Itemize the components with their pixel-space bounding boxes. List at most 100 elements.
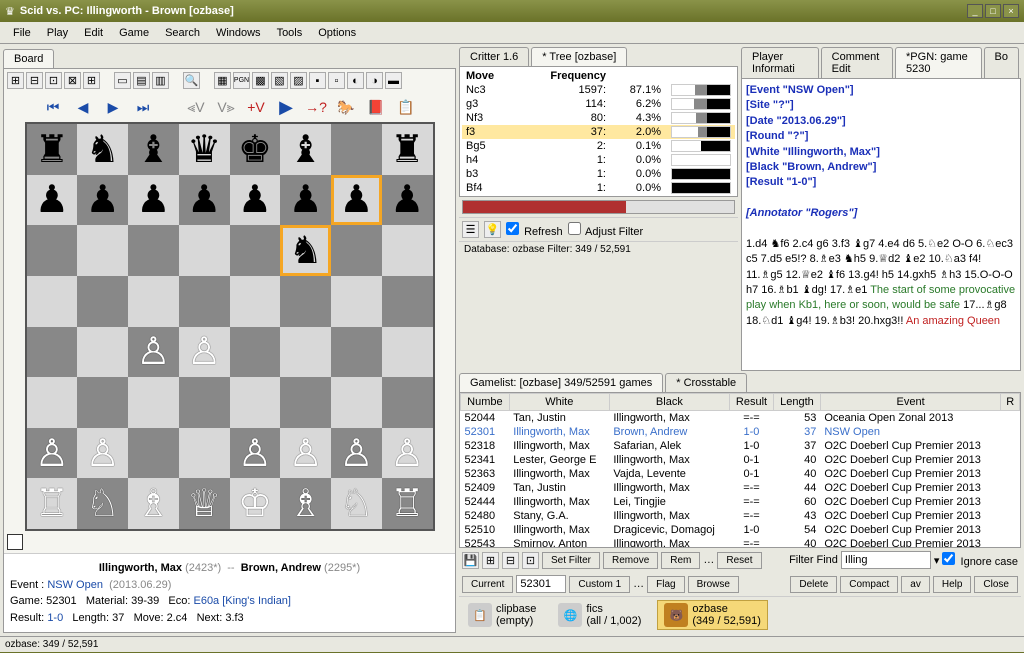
tool-icon[interactable]: ◑ [366,72,383,89]
tool-icon[interactable]: ▭ [114,72,131,89]
table-row[interactable]: 52510Illingworth, MaxDragicevic, Domagoj… [461,523,1020,537]
column-header[interactable]: Result [729,394,773,411]
table-row[interactable]: 52318Illingworth, MaxSafarian, Alek1-037… [461,439,1020,453]
tool-icon[interactable]: ⊠ [64,72,81,89]
save-icon[interactable]: 💾 [462,552,479,569]
table-row[interactable]: 52543Smirnov, AntonIllingworth, Max=-=40… [461,537,1020,548]
list-icon[interactable]: ⊡ [522,552,539,569]
current-button[interactable]: Current [462,576,513,593]
nav-fwd[interactable]: ▶ [102,97,124,117]
tree-row[interactable]: b31:0.0% [462,167,735,181]
refresh-checkbox[interactable]: Refresh [506,222,563,238]
menu-windows[interactable]: Windows [208,25,269,41]
table-row[interactable]: 52444Illingworth, MaxLei, Tingjie=-=60O2… [461,495,1020,509]
nav-start[interactable]: ⏮ [42,97,64,117]
column-header[interactable]: R [1001,394,1020,411]
tool-icon[interactable]: ⊞ [7,72,24,89]
tab-pgn[interactable]: *PGN: game 5230 [895,47,982,78]
tree-row[interactable]: g3114:6.2% [462,97,735,111]
setfilter-button[interactable]: Set Filter [542,552,600,569]
tab-crosstable[interactable]: * Crosstable [665,373,747,392]
tree-row[interactable]: h41:0.0% [462,153,735,167]
tree-row[interactable]: Nf380:4.3% [462,111,735,125]
chessboard[interactable]: ♜♞♝♛♚♝♜♟♟♟♟♟♟♟♟♞♙♙♙♙♙♙♙♙♖♘♗♕♔♗♘♖ [25,122,435,531]
table-row[interactable]: 52301Illingworth, MaxBrown, Andrew1-037N… [461,425,1020,439]
nav-end[interactable]: ⏭ [132,97,154,117]
table-row[interactable]: 52363Illingworth, MaxVajda, Levente0-140… [461,467,1020,481]
menu-search[interactable]: Search [157,25,208,41]
ozbase-item[interactable]: 🐻 ozbase(349 / 52,591) [657,600,768,630]
dropdown-icon[interactable]: ▾ [934,554,940,567]
list-icon[interactable]: ⊞ [482,552,499,569]
tree-row[interactable]: Bg52:0.1% [462,139,735,153]
tree-list-icon[interactable]: ☰ [462,221,479,238]
nav-copy[interactable]: 📋 [395,97,417,117]
menu-options[interactable]: Options [310,25,364,41]
menu-file[interactable]: File [5,25,39,41]
event-link[interactable]: NSW Open [47,579,103,591]
tree-row[interactable]: Nc31597:87.1% [462,83,735,97]
tab-gamelist[interactable]: Gamelist: [ozbase] 349/52591 games [459,373,663,392]
tool-icon[interactable]: ▫ [328,72,345,89]
pgn-panel[interactable]: [Event "NSW Open"][Site "?"][Date "2013.… [741,78,1021,371]
game-num-input[interactable] [516,575,566,593]
tool-icon[interactable]: ◐ [347,72,364,89]
column-header[interactable]: Event [820,394,1001,411]
tree-row[interactable]: f337:2.0% [462,125,735,139]
column-header[interactable]: White [509,394,609,411]
table-row[interactable]: 52480Stany, G.A.Illingworth, Max=-=43O2C… [461,509,1020,523]
ignorecase-checkbox[interactable]: Ignore case [942,552,1018,568]
tab-comment[interactable]: Comment Edit [821,47,893,78]
reset-button[interactable]: Reset [717,552,761,569]
tool-icon[interactable]: ⊟ [26,72,43,89]
nav-addvar[interactable]: +V [245,97,267,117]
column-header[interactable]: Length [774,394,821,411]
menu-tools[interactable]: Tools [269,25,311,41]
nav-engine[interactable]: 🐎 [335,97,357,117]
nav-varback[interactable]: ⪡V [185,97,207,117]
tool-icon[interactable]: ▪ [309,72,326,89]
menu-game[interactable]: Game [111,25,157,41]
tool-icon[interactable]: ⊞ [83,72,100,89]
nav-varfwd[interactable]: V⪢ [215,97,237,117]
table-row[interactable]: 52044Tan, JustinIllingworth, Max=-=53Oce… [461,411,1020,426]
column-header[interactable]: Numbe [461,394,510,411]
nav-back[interactable]: ◀ [72,97,94,117]
board-tab[interactable]: Board [3,49,54,68]
maximize-button[interactable]: □ [985,4,1001,18]
nav-book[interactable]: 📕 [365,97,387,117]
tab-tree[interactable]: * Tree [ozbase] [531,47,627,66]
close-button[interactable]: Close [974,576,1018,593]
remove-button[interactable]: Remove [603,552,658,569]
help-button[interactable]: Help [933,576,972,593]
table-row[interactable]: 52409Tan, JustinIllingworth, Max=-=44O2C… [461,481,1020,495]
tool-icon[interactable]: ▦ [214,72,231,89]
close-button[interactable]: × [1003,4,1019,18]
tree-bulb-icon[interactable]: 💡 [484,221,501,238]
table-row[interactable]: 52341Lester, George EIllingworth, Max0-1… [461,453,1020,467]
menu-play[interactable]: Play [39,25,76,41]
compact-button[interactable]: Compact [840,576,898,593]
tool-icon[interactable]: ⊡ [45,72,62,89]
fics-item[interactable]: 🌐 fics(all / 1,002) [552,601,647,629]
tool-icon[interactable]: ▨ [290,72,307,89]
tool-icon[interactable]: ▬ [385,72,402,89]
gamelist-table[interactable]: NumbeWhiteBlackResultLengthEventR 52044T… [459,392,1021,548]
tab-player[interactable]: Player Informati [741,47,819,78]
clipbase-item[interactable]: 📋 clipbase(empty) [462,601,542,629]
av-button[interactable]: av [901,576,930,593]
menu-edit[interactable]: Edit [76,25,111,41]
pgn-icon[interactable]: PGN [233,72,250,89]
list-icon[interactable]: ⊟ [502,552,519,569]
custom-button[interactable]: Custom 1 [569,576,630,593]
delete-button[interactable]: Delete [790,576,837,593]
search-icon[interactable]: 🔍 [183,72,200,89]
tool-icon[interactable]: ▥ [152,72,169,89]
nav-trial[interactable]: →? [305,97,327,117]
rem-button[interactable]: Rem [661,552,700,569]
tab-critter[interactable]: Critter 1.6 [459,47,529,66]
nav-play[interactable]: ▶ [275,97,297,117]
column-header[interactable]: Black [609,394,729,411]
tree-row[interactable]: Bf41:0.0% [462,181,735,195]
flag-button[interactable]: Flag [647,576,684,593]
